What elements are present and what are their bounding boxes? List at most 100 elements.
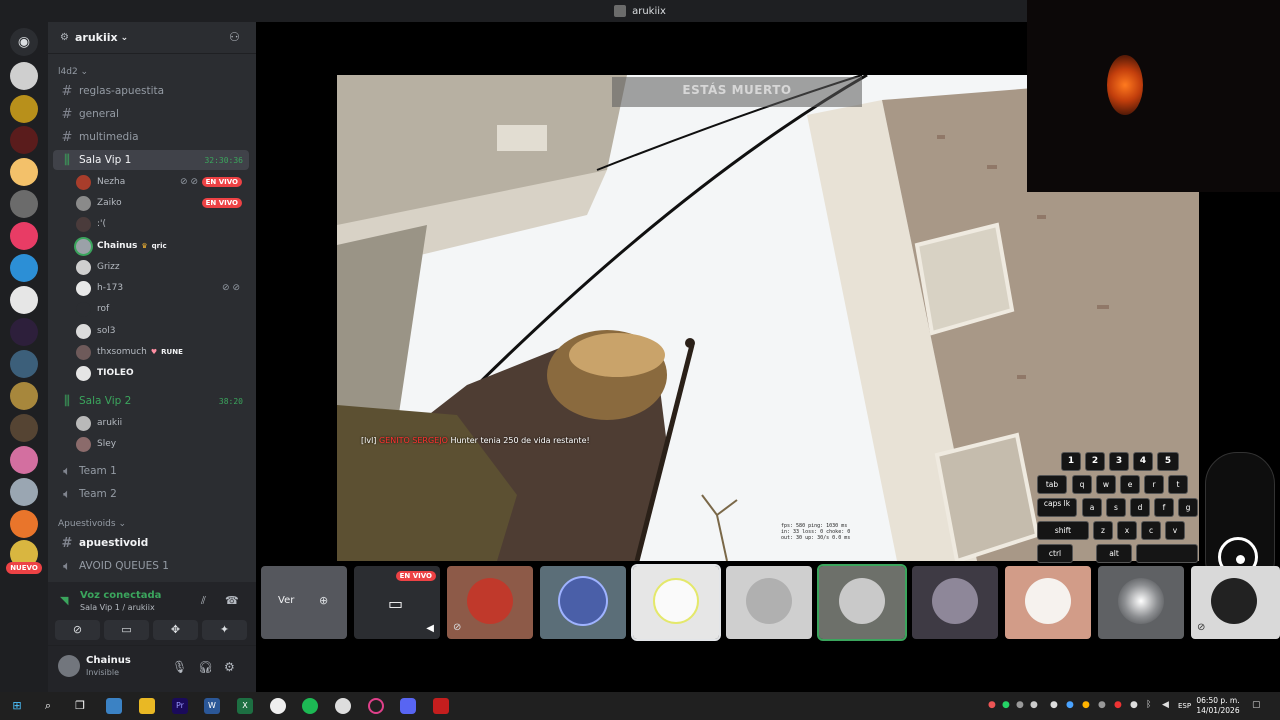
voice-user[interactable]: Zaiko EN VIVO (76, 193, 248, 213)
voice-channel-team-2[interactable]: 🔈︎ Team 2 (53, 484, 249, 504)
server-icon[interactable] (10, 62, 38, 90)
popout-icon[interactable]: ⊕ (319, 594, 328, 607)
server-header[interactable]: ⚙ arukiix ⌄ ⚇ (48, 22, 256, 54)
soundboard-button[interactable]: ✦ (202, 620, 247, 640)
channel-label: Sala Vip 1 (79, 154, 132, 166)
channel-multimedia[interactable]: # multimedia (53, 127, 249, 147)
voice-user[interactable]: :'( (76, 214, 248, 234)
tray-app-icon[interactable]: ● (1066, 700, 1074, 710)
voice-user[interactable]: Nezha ⊘ ⊘ EN VIVO (76, 172, 248, 192)
tile-participant[interactable] (912, 566, 998, 639)
server-icon[interactable] (10, 318, 38, 346)
voice-status[interactable]: Voz conectada (80, 590, 161, 601)
tile-live-stream[interactable]: EN VIVO ▭ ◀︎ (354, 566, 440, 639)
share-screen-button[interactable]: ▭ (104, 620, 149, 640)
tile-participant[interactable] (540, 566, 626, 639)
new-badge[interactable]: NUEVO (6, 562, 42, 574)
view-button-label[interactable]: Ver (278, 595, 294, 606)
server-icon[interactable] (10, 478, 38, 506)
search-icon[interactable]: ⌕ (40, 698, 56, 714)
microphone-icon[interactable]: 🎙︎ (172, 660, 187, 674)
discord-icon[interactable] (400, 698, 416, 714)
server-icon[interactable] (10, 510, 38, 538)
tile-participant[interactable] (726, 566, 812, 639)
voice-user[interactable]: sol3 (76, 321, 248, 341)
voice-channel-sala-vip-2[interactable]: ⫼ Sala Vip 2 38:20 (53, 391, 249, 411)
tray-app-icon[interactable]: ● (1016, 700, 1024, 710)
premiere-icon[interactable]: Pr (172, 698, 188, 714)
tray-app-icon[interactable]: ● (988, 700, 996, 710)
tile-participant[interactable]: ⊘ (447, 566, 533, 639)
voice-user[interactable]: arukii (76, 413, 248, 433)
gear-icon[interactable]: ⚙ (224, 660, 235, 674)
spotify-icon[interactable] (302, 698, 318, 714)
channel-apuestivoid[interactable]: # apuestivoid (53, 533, 249, 553)
server-icon[interactable] (10, 286, 38, 314)
bluetooth-icon[interactable]: ᛒ (1146, 700, 1151, 710)
tile-participant[interactable]: ⊘ (1191, 566, 1280, 639)
server-icon[interactable] (10, 126, 38, 154)
start-icon[interactable]: ⊞ (9, 698, 25, 714)
activities-button[interactable]: ✥ (153, 620, 198, 640)
tray-app-icon[interactable]: ● (1082, 700, 1090, 710)
server-icon[interactable] (10, 222, 38, 250)
channel-label: Sala Vip 2 (79, 395, 132, 407)
server-icon[interactable] (10, 95, 38, 123)
server-icon[interactable] (10, 350, 38, 378)
disconnect-icon[interactable]: ☎ (225, 594, 239, 607)
excel-icon[interactable]: X (237, 698, 253, 714)
server-icon[interactable] (10, 190, 38, 218)
camera-off-button[interactable]: ⊘ (55, 620, 100, 640)
tray-app-icon[interactable]: ● (1050, 700, 1058, 710)
noise-suppression-icon[interactable]: ⫽ (201, 594, 206, 608)
tile-participant[interactable] (1098, 566, 1184, 639)
voice-channel-team-1[interactable]: 🔈︎ Team 1 (53, 461, 249, 481)
speaker-muted-icon[interactable]: ◀︎ (426, 623, 434, 634)
clock-app-icon[interactable] (270, 698, 286, 714)
channel-general[interactable]: # general (53, 104, 249, 124)
system-clock[interactable]: 06:50 p. m. 14/01/2026 (1196, 696, 1240, 716)
task-view-icon[interactable]: ❐ (72, 698, 88, 714)
tray-app-icon[interactable]: ● (1098, 700, 1106, 710)
steam-icon[interactable] (335, 698, 351, 714)
tile-view-stream[interactable]: Ver ⊕ (261, 566, 347, 639)
voice-channel-sala-vip-1[interactable]: ⫼ Sala Vip 1 32:30:36 (53, 150, 249, 170)
category-apuestivoids[interactable]: Apuestivoids ⌄ (58, 519, 126, 529)
voice-user[interactable]: h-173 ⊘ ⊘ (76, 278, 248, 298)
discord-home-icon[interactable]: ◉ (10, 28, 38, 56)
file-explorer-icon[interactable] (139, 698, 155, 714)
avatar[interactable] (58, 655, 80, 677)
tile-participant[interactable] (1005, 566, 1091, 639)
voice-user[interactable]: Grizz (76, 257, 248, 277)
voice-user[interactable]: Chainus ♛ qric (76, 236, 248, 256)
voice-user[interactable]: thxsomuch ♥ RUNE (76, 342, 248, 362)
app-icon[interactable] (368, 698, 384, 714)
category-l4d2[interactable]: l4d2 ⌄ (58, 67, 88, 77)
app-icon[interactable] (433, 698, 449, 714)
voice-user[interactable]: rof (76, 299, 248, 319)
tile-participant[interactable] (631, 564, 721, 641)
tray-app-icon[interactable]: ● (1030, 700, 1038, 710)
whatsapp-icon[interactable]: ● (1002, 700, 1010, 710)
channel-reglas-apuestita[interactable]: # reglas-apuestita (53, 81, 249, 101)
store-icon[interactable] (106, 698, 122, 714)
voice-user[interactable]: TIOLEO (76, 363, 248, 383)
live-badge: EN VIVO (201, 177, 242, 187)
language-indicator[interactable]: ESP (1178, 702, 1191, 710)
channel-sidebar: ⚙ arukiix ⌄ ⚇ l4d2 ⌄ # reglas-apuestita #… (48, 22, 256, 692)
notification-icon[interactable]: ▢ (1252, 700, 1261, 710)
volume-icon[interactable]: ◀︎ (1162, 700, 1169, 710)
server-icon[interactable] (10, 158, 38, 186)
voice-user[interactable]: Sley (76, 434, 248, 454)
word-icon[interactable]: W (204, 698, 220, 714)
voice-channel-avoid-queues-1[interactable]: 🔈︎ AVOID QUEUES 1 (53, 556, 249, 576)
headphones-icon[interactable]: 🎧︎ (198, 660, 213, 674)
server-icon[interactable] (10, 414, 38, 442)
tray-app-icon[interactable]: ● (1130, 700, 1138, 710)
server-icon[interactable] (10, 254, 38, 282)
server-icon[interactable] (10, 446, 38, 474)
tile-participant[interactable] (817, 564, 907, 641)
tray-app-icon[interactable]: ● (1114, 700, 1122, 710)
server-icon[interactable] (10, 382, 38, 410)
invite-people-icon[interactable]: ⚇ (229, 31, 242, 44)
